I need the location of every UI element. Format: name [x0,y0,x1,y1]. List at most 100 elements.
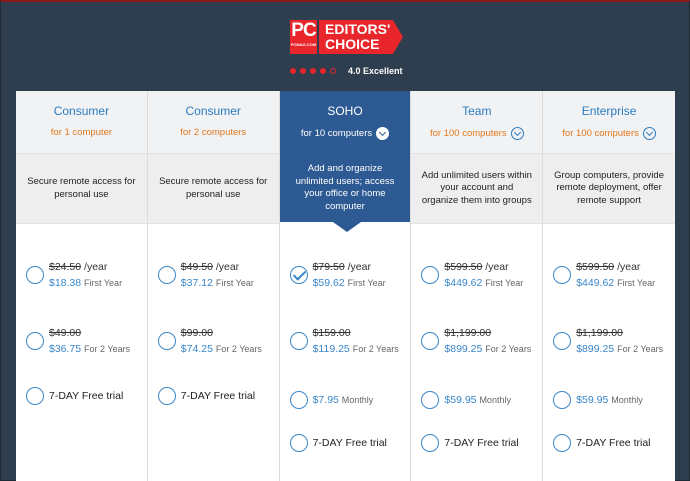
radio-icon[interactable] [289,391,308,409]
price-option[interactable]: $1,199.00 $899.25 For 2 Years [553,325,663,357]
radio-icon[interactable] [421,391,440,409]
original-price: $49.50 [180,261,213,273]
radio-icon[interactable] [421,332,440,350]
price-option[interactable]: $24.50 /year $18.38 First Year [26,259,122,291]
radio-icon[interactable] [553,391,572,409]
chevron-down-icon[interactable] [376,127,390,140]
price-term: First Year [617,278,656,288]
price-period: /year [212,261,240,273]
free-trial-option[interactable]: 7-DAY Free trial [289,434,387,452]
option-text: $599.50 /year $449.62 First Year [444,259,523,291]
price-option[interactable]: $159.00 $119.25 For 2 Years [289,325,399,357]
free-trial-option[interactable]: 7-DAY Free trial [421,434,519,452]
sale-price: $18.38 [49,277,82,289]
plan-column-2[interactable]: SOHO for 10 computers Add and organize unl… [279,91,412,481]
price-term: For 2 Years [617,344,664,354]
sale-price: $119.25 [312,343,350,355]
original-price: $599.50 [576,261,615,273]
price-option[interactable]: $99.00 $74.25 For 2 Years [157,325,262,357]
plan-column-0[interactable]: Consumer for 1 computer Secure remote acce… [16,91,148,481]
original-price: $1,199.00 [444,327,492,339]
rating-row: 4.0 Excellent [290,65,410,77]
price-term: For 2 Years [84,344,131,354]
plan-header[interactable]: Consumer for 2 computers [147,91,279,154]
price-term: First Year [84,278,123,288]
plan-computers-selector[interactable]: for 100 computers [411,127,542,140]
plan-column-1[interactable]: Consumer for 2 computers Secure remote acc… [147,91,280,481]
plan-header[interactable]: Consumer for 1 computer [16,91,147,154]
pcmag-logo: PC PCMAG.COM [290,20,317,54]
free-trial-option[interactable]: 7-DAY Free trial [26,387,123,405]
editors-choice-line2: CHOICE [325,36,380,52]
radio-icon[interactable] [553,434,572,452]
plan-column-3[interactable]: Team for 100 computers Add unlimited users… [411,91,544,481]
trial-label: 7-DAY Free trial [312,437,387,449]
option-text: $79.50 /year $59.62 First Year [313,259,386,291]
plan-column-4[interactable]: Enterprise for 100 computers Group compute… [543,91,675,481]
price-option[interactable]: $599.50 /year $449.62 First Year [553,259,655,291]
option-text: $599.50 /year $449.62 First Year [576,259,655,291]
price-option[interactable]: $49.00 $36.75 For 2 Years [26,325,130,357]
sale-price: $899.25 [576,343,615,355]
price-term: For 2 Years [485,344,532,354]
price-option[interactable]: $599.50 /year $449.62 First Year [421,259,523,291]
option-text: $59.95 Monthly [444,392,511,408]
radio-icon[interactable] [289,332,308,350]
free-trial-option[interactable]: 7-DAY Free trial [157,387,255,405]
trial-label: 7-DAY Free trial [180,390,256,402]
option-text: $49.50 /year $37.12 First Year [181,259,254,291]
price-term: Monthly [341,395,374,405]
price-option[interactable]: $79.50 /year $59.62 First Year [289,259,386,291]
trial-label: 7-DAY Free trial [49,390,124,402]
price-term: First Year [347,278,386,288]
option-text: $49.00 $36.75 For 2 Years [49,325,130,357]
original-price: $49.00 [49,327,82,339]
price-option[interactable]: $59.95 Monthly [421,391,511,409]
plan-computers-selector: for 1 computer [16,127,147,138]
plan-header[interactable]: SOHO for 10 computers [279,91,411,154]
rating-dot-icon [300,68,306,74]
radio-icon[interactable] [157,332,176,350]
radio-icon[interactable] [421,266,440,284]
sale-price: $59.62 [312,277,345,289]
radio-icon[interactable] [157,266,176,284]
chevron-down-icon[interactable] [642,127,656,140]
plan-description: Group computers, provide remote deployme… [543,154,675,224]
original-price: $599.50 [444,261,483,273]
radio-icon[interactable] [26,266,44,284]
radio-icon[interactable] [553,332,572,350]
radio-icon[interactable] [421,434,440,452]
radio-icon[interactable] [26,387,44,405]
sale-price: $899.25 [444,343,483,355]
sale-price: $59.95 [576,394,609,406]
radio-icon[interactable] [157,387,176,405]
plan-computers-selector[interactable]: for 100 computers [543,127,675,140]
option-text: 7-DAY Free trial [181,388,255,404]
original-price: $1,199.00 [576,327,623,339]
free-trial-option[interactable]: 7-DAY Free trial [553,434,651,452]
price-term: Monthly [479,395,511,405]
price-option[interactable]: $7.95 Monthly [289,391,374,409]
radio-checked-icon[interactable] [289,266,308,284]
price-option[interactable]: $1,199.00 $899.25 For 2 Years [421,325,531,357]
plan-description: Add and organize unlimited users; access… [279,154,411,222]
plan-computers-selector: for 2 computers [148,127,279,138]
plan-description: Secure remote access for personal use [16,154,147,224]
price-option[interactable]: $59.95 Monthly [553,391,643,409]
plan-header[interactable]: Team for 100 computers [411,91,543,154]
sale-price: $449.62 [576,277,615,289]
plan-header[interactable]: Enterprise for 100 computers [543,91,675,154]
radio-icon[interactable] [289,434,308,452]
radio-icon[interactable] [553,266,572,284]
price-term: For 2 Years [352,344,399,354]
radio-icon[interactable] [26,332,44,350]
price-option[interactable]: $49.50 /year $37.12 First Year [157,259,254,291]
plan-computers-selector[interactable]: for 10 computers [280,127,411,140]
chevron-down-icon[interactable] [510,127,524,140]
plan-name: SOHO [327,104,363,118]
rating-dot-icon [290,68,296,74]
price-period: /year [344,261,371,273]
plan-computers-label: for 10 computers [300,128,373,139]
option-text: 7-DAY Free trial [49,388,123,404]
sale-price: $449.62 [444,277,483,289]
